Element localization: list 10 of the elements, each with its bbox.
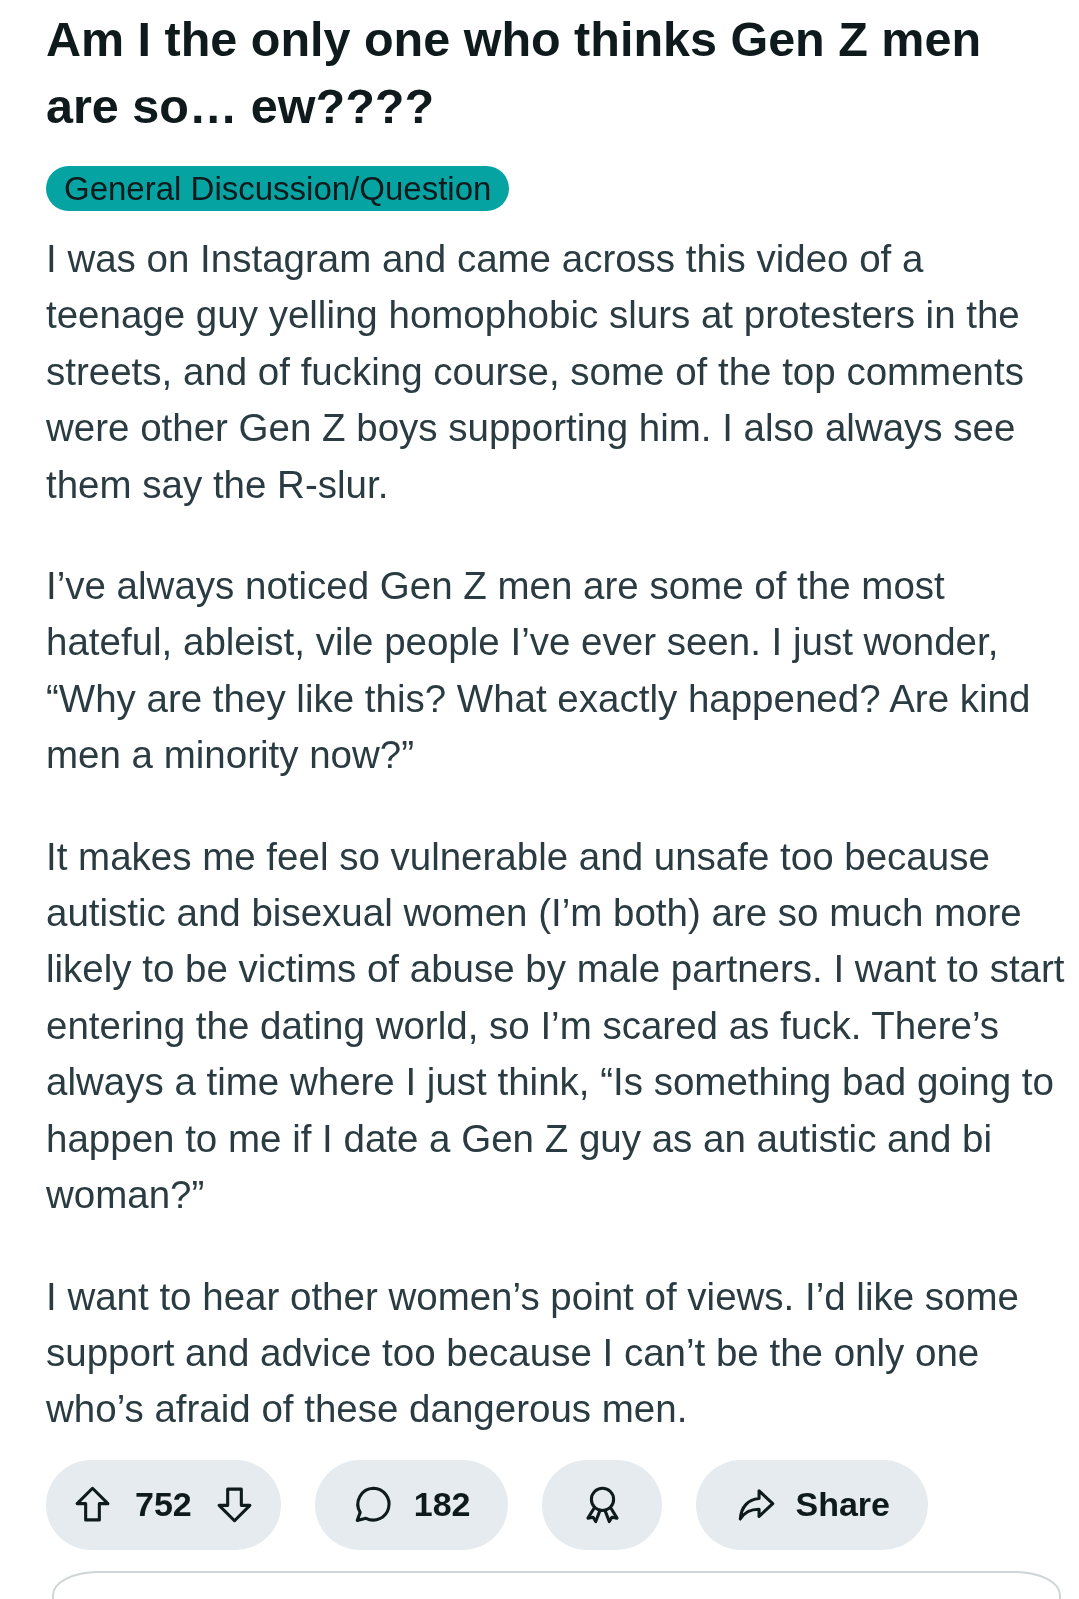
post-paragraph: I want to hear other women’s point of views. I’d like some support and advice too because I can’t be the only one who’s afraid of these dangerous men. <box>46 1273 1020 1433</box>
post-title: Am I the only one who thinks Gen Z men are so… ew???? <box>46 11 983 135</box>
post-paragraph: I’ve always noticed Gen Z men are some of the most hateful, ableist, vile people I’ve ever seen. I just wonder, “Why are they like this? What exactly happened? Are kind men a minority now?” <box>46 563 1032 779</box>
post-paragraph: I was on Instagram and came across this video of a teenage guy yelling homophobic slurs at protesters in the streets, and of fucking course, some of the top comments were other Gen Z boys supporting him. I also always see them say the R-slur. <box>46 236 1025 508</box>
vote-count: 752 <box>135 1484 192 1526</box>
comments-button[interactable]: 182 <box>314 1459 509 1550</box>
comment-field[interactable] <box>52 1570 1061 1599</box>
flair-tag[interactable]: General Discussion/Question <box>46 166 510 211</box>
post-paragraph: It makes me feel so vulnerable and unsafe too because autistic and bisexual women (I’m both) are so much more likely to be victims of abuse by male partners. I want to start entering the dating world, so I’m scared as fuck. There’s always a time where I just think, “Is something bad going to happen to me if I date a Gen Z guy as an autistic and bi woman?” <box>46 833 1066 1219</box>
share-button[interactable]: Share <box>696 1459 928 1550</box>
